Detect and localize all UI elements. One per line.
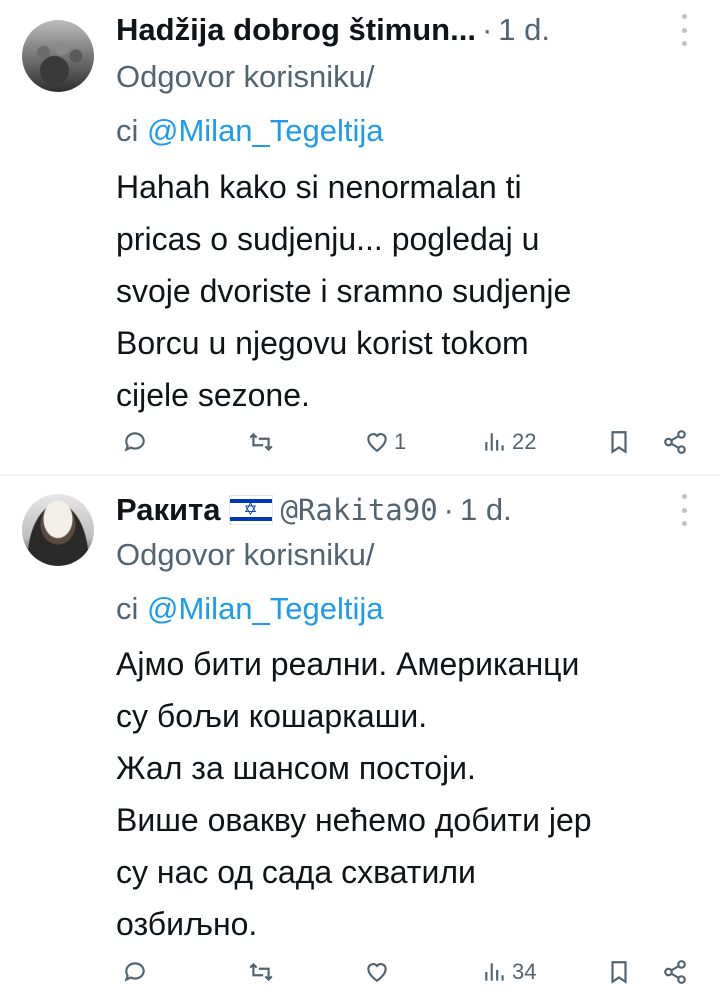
tweet-header: Hadžija dobrog štimun... · 1 d. xyxy=(116,8,664,52)
reply-prefix-cont: ci xyxy=(116,591,147,626)
mention-link[interactable]: @Milan_Tegeltija xyxy=(147,113,384,148)
mention-link[interactable]: @Milan_Tegeltija xyxy=(147,591,384,626)
timestamp[interactable]: 1 d. xyxy=(460,492,512,528)
share-icon xyxy=(664,960,686,984)
tweet-text-line: озбиљно. xyxy=(116,906,258,942)
tweet-text-line: svoje dvoriste i sramno sudjenje xyxy=(116,273,572,309)
view-count: 34 xyxy=(512,959,537,984)
separator-dot: · xyxy=(481,12,493,47)
reply-context: Odgovor korisniku/ ci @Milan_Tegeltija xyxy=(116,50,384,158)
bookmark-button[interactable] xyxy=(606,952,632,992)
like-button[interactable]: 1 xyxy=(364,422,406,462)
more-options-icon[interactable] xyxy=(672,14,696,46)
bookmark-button[interactable] xyxy=(606,422,632,462)
views-icon xyxy=(485,963,504,981)
reply-icon xyxy=(124,432,145,452)
author-name[interactable]: Hadžija dobrog štimun... xyxy=(116,12,476,48)
action-bar: 1 22 xyxy=(116,422,700,462)
bookmark-icon xyxy=(611,431,627,454)
like-button[interactable] xyxy=(364,952,394,992)
heart-icon xyxy=(367,963,387,982)
reply-icon xyxy=(124,962,145,982)
tweet-text-line: Жал за шансом постоји. xyxy=(116,750,476,786)
tweet-text-line: pricas o sudjenju... pogledaj u xyxy=(116,221,540,257)
timestamp[interactable]: 1 d. xyxy=(498,12,550,48)
tweet-text-line: Hahah kako si nenormalan ti xyxy=(116,169,522,205)
like-count: 1 xyxy=(394,429,407,454)
view-count: 22 xyxy=(512,429,537,454)
repost-button[interactable] xyxy=(248,952,274,992)
author-handle[interactable]: @Rakita90 xyxy=(281,493,438,527)
heart-icon xyxy=(367,433,387,452)
avatar[interactable] xyxy=(22,20,94,92)
reply-button[interactable] xyxy=(122,422,148,462)
action-bar: 34 xyxy=(116,952,700,992)
tweet-text-line: су нас од сада схватили xyxy=(116,854,476,890)
reply-prefix-cont: ci xyxy=(116,113,147,148)
author-name[interactable]: Ракита xyxy=(116,492,221,528)
tweet-text-line: Ајмо бити реални. Американци xyxy=(116,646,580,682)
share-button[interactable] xyxy=(662,422,688,462)
reply-prefix: Odgovor korisniku/ xyxy=(116,537,375,572)
tweet-text-line: Више овакву нећемо добити јер xyxy=(116,802,592,838)
views-icon xyxy=(485,433,504,451)
tweet-text: Ајмо бити реални. Американци су бољи кош… xyxy=(116,638,706,950)
share-icon xyxy=(664,430,686,454)
avatar[interactable] xyxy=(22,494,94,566)
tweet-header: Ракита ✡ @Rakita90 · 1 d. xyxy=(116,488,664,532)
tweet-text-line: су бољи кошаркаши. xyxy=(116,698,428,734)
views-button[interactable]: 34 xyxy=(482,952,536,992)
tweet-text-line: cijele sezone. xyxy=(116,377,310,413)
repost-icon xyxy=(249,432,273,452)
reply-button[interactable] xyxy=(122,952,148,992)
bookmark-icon xyxy=(611,961,627,984)
views-button[interactable]: 22 xyxy=(482,422,536,462)
more-options-icon[interactable] xyxy=(672,494,696,526)
repost-icon xyxy=(249,962,273,982)
reply-prefix: Odgovor korisniku/ xyxy=(116,59,375,94)
tweet-text: Hahah kako si nenormalan ti pricas o sud… xyxy=(116,161,706,421)
share-button[interactable] xyxy=(662,952,688,992)
repost-button[interactable] xyxy=(248,422,274,462)
reply-context: Odgovor korisniku/ ci @Milan_Tegeltija xyxy=(116,528,384,636)
israel-flag-icon: ✡ xyxy=(228,495,273,525)
tweet-text-line: Borcu u njegovu korist tokom xyxy=(116,325,529,361)
separator-dot: · xyxy=(443,492,454,527)
